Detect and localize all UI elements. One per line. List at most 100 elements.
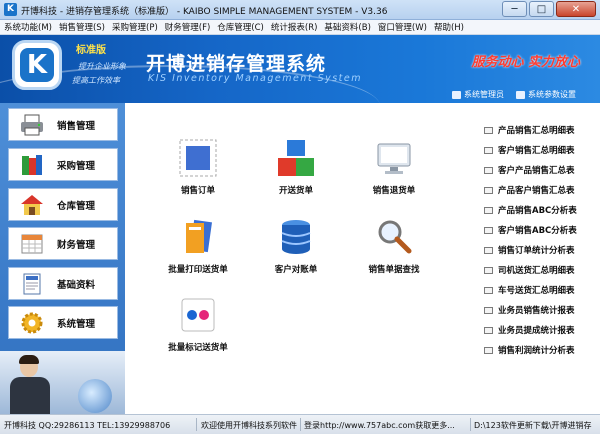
status-company: 开博科技 QQ:29286113 TEL:13929988706 [4,421,171,430]
window-controls: ─ □ ✕ [500,1,596,18]
window-title: 开博科技 - 进销存管理系统（标准版） - KAIBO SIMPLE MANAG… [21,7,388,17]
report-icon [484,326,493,334]
menu-system[interactable]: 系统功能(M) [4,21,52,33]
tile-sales-return[interactable]: 销售退货单 [354,138,434,196]
user-icon [452,90,461,99]
main-panel: 销售订单 开送货单 销售退货单 批量打印送货单 客户对账单 销售单据查找 批量标… [125,103,600,414]
status-divider [470,418,471,431]
sidebar-label: 销售管理 [57,120,96,132]
sidebar-label: 采购管理 [57,160,96,172]
title-bar: K 开博科技 - 进销存管理系统（标准版） - KAIBO SIMPLE MAN… [0,0,600,20]
books-icon [22,154,42,175]
tile-delivery-note[interactable]: 开送货单 [256,138,336,196]
person-body [10,377,50,414]
monitor-icon [377,143,411,174]
report-link[interactable]: 客户销售ABC分析表 [484,223,577,237]
report-icon [484,206,493,214]
sidebar-label: 财务管理 [57,239,96,251]
utility-bar: 系统管理员 系统参数设置 [0,85,600,103]
magnifier-icon [378,220,412,254]
report-icon [484,306,493,314]
report-link[interactable]: 产品销售汇总明细表 [484,123,575,137]
system-settings-label: 系统参数设置 [528,90,576,99]
menu-help[interactable]: 帮助(H) [434,21,464,33]
settings-monitor-icon [516,90,525,99]
menu-window[interactable]: 窗口管理(W) [378,21,427,33]
maximize-button[interactable]: □ [529,1,554,17]
report-icon [484,166,493,174]
tile-label: 客户对账单 [274,265,318,275]
report-link[interactable]: 产品客户销售汇总表 [484,183,575,197]
report-icon [484,246,493,254]
tile-customer-statement[interactable]: 客户对账单 [256,217,336,275]
status-path: D:\123软件更新下载\开博进销存 [474,421,592,430]
motto: 服务动心 实力放心 [471,55,580,70]
app-icon: K [4,3,17,16]
sidebar-item-finance[interactable]: 财务管理 [8,227,118,260]
calendar-icon [21,234,43,253]
report-link[interactable]: 业务员提成统计报表 [484,323,575,337]
person-hair [19,355,39,364]
report-link[interactable]: 司机送货汇总明细表 [484,263,575,277]
close-button[interactable]: ✕ [556,1,596,17]
slogan-line1: 提升企业形象 [78,62,126,71]
sidebar-item-warehouse[interactable]: 仓库管理 [8,188,118,221]
flickr-icon [181,298,215,332]
tile-label: 销售单据查找 [368,265,420,275]
report-icon [484,266,493,274]
report-icon [484,186,493,194]
sidebar-label: 基础资料 [57,279,96,291]
system-admin-label: 系统管理员 [464,90,504,99]
report-link[interactable]: 销售利润统计分析表 [484,343,575,357]
system-settings-link[interactable]: 系统参数设置 [516,89,576,100]
product-title: 开博进销存管理系统 [146,53,327,75]
kis-logo: K [12,40,62,90]
status-divider [196,418,197,431]
status-welcome: 欢迎使用开博科技系列软件 [201,421,297,430]
report-link[interactable]: 客户产品销售汇总表 [484,163,575,177]
menu-reports[interactable]: 统计报表(R) [271,21,318,33]
tile-sales-search[interactable]: 销售单据查找 [354,217,434,275]
sidebar-item-purchase[interactable]: 采购管理 [8,148,118,181]
report-link[interactable]: 产品销售ABC分析表 [484,203,577,217]
sidebar-item-system[interactable]: 系统管理 [8,306,118,339]
report-link[interactable]: 车号送货汇总明细表 [484,283,575,297]
menu-warehouse[interactable]: 仓库管理(C) [217,21,264,33]
status-bar: 开博科技 QQ:29286113 TEL:13929988706 欢迎使用开博科… [0,414,600,434]
folders-icon [186,219,213,253]
report-icon [484,286,493,294]
document-icon [23,273,41,294]
status-divider [300,418,301,431]
gear-icon [21,312,43,333]
stamp-icon [179,139,217,177]
globe-icon [78,379,112,413]
logo-k-icon: K [20,48,54,82]
tile-batch-print[interactable]: 批量打印送货单 [158,217,238,275]
tile-label: 开送货单 [278,186,313,196]
tile-batch-mark[interactable]: 批量标记送货单 [158,295,238,353]
sidebar-item-basic-data[interactable]: 基础资料 [8,267,118,300]
sidebar-item-sales[interactable]: 销售管理 [8,108,118,141]
product-subtitle: KIS Inventory Management System [148,73,363,84]
promo-portrait [0,351,125,414]
system-admin-link[interactable]: 系统管理员 [452,89,504,100]
menu-basic-data[interactable]: 基础资料(B) [324,21,370,33]
sidebar-label: 系统管理 [57,318,96,330]
report-link[interactable]: 客户销售汇总明细表 [484,143,575,157]
report-link[interactable]: 销售订单统计分析表 [484,243,575,257]
tile-label: 销售退货单 [372,186,416,196]
menu-sales[interactable]: 销售管理(S) [59,21,105,33]
report-icon [484,226,493,234]
boxes-icon [278,140,314,176]
sidebar-label: 仓库管理 [57,200,96,212]
tile-label: 批量打印送货单 [168,265,228,275]
menu-finance[interactable]: 财务管理(F) [165,21,211,33]
minimize-button[interactable]: ─ [502,1,527,17]
report-icon [484,146,493,154]
tile-label: 销售订单 [180,186,215,196]
warehouse-icon [21,194,43,215]
tile-label: 批量标记送货单 [168,343,228,353]
tile-sales-order[interactable]: 销售订单 [158,138,238,196]
report-link[interactable]: 业务员销售统计报表 [484,303,575,317]
menu-purchase[interactable]: 采购管理(P) [112,21,158,33]
